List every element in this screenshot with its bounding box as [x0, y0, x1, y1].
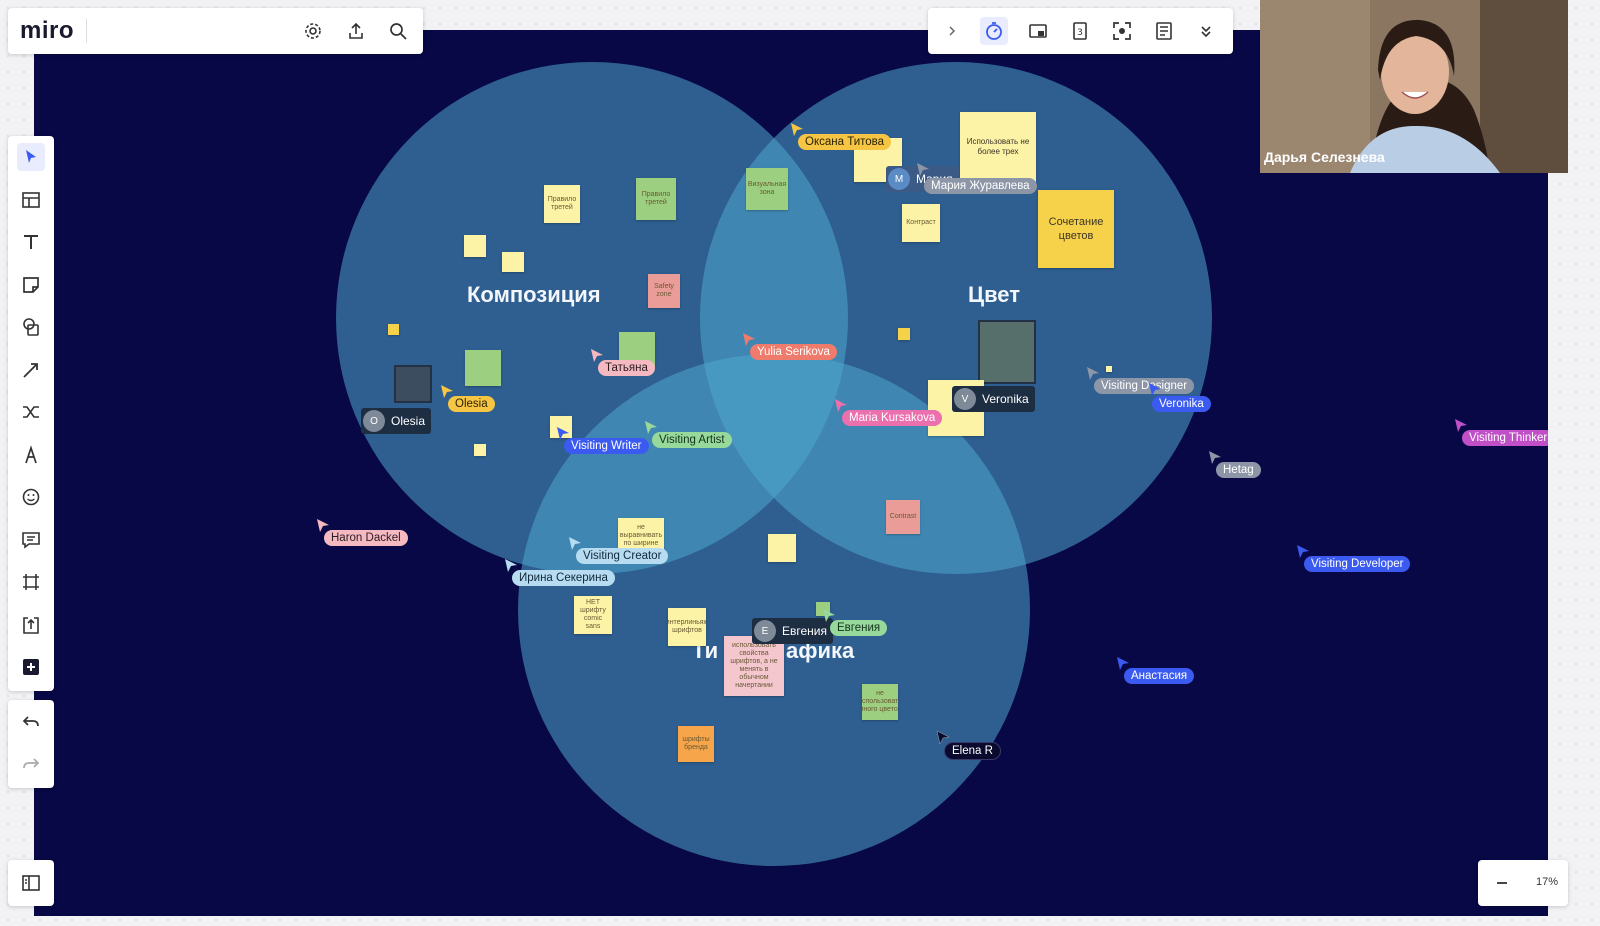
cursor-name: Veronika	[1152, 396, 1211, 412]
miro-logo[interactable]: miro	[20, 17, 74, 45]
top-right-toolbar: 3	[928, 8, 1233, 54]
chevron-right-icon[interactable]	[938, 17, 966, 45]
miro-app: Композиция Цвет Ти афика Правило третей …	[0, 0, 1600, 926]
sticky-note[interactable]: интерлиньяж шрифтов	[668, 608, 706, 646]
history-toolbar	[8, 700, 54, 788]
cursor-name: Visiting Developer	[1304, 556, 1411, 572]
add-icon[interactable]	[17, 653, 45, 681]
sticky-note[interactable]: Использовать не более трех	[960, 112, 1036, 182]
connector-icon[interactable]	[17, 398, 45, 426]
cursor-name: Visiting Writer	[564, 438, 649, 454]
cursor-name: Евгения	[830, 620, 888, 636]
line-icon[interactable]	[17, 356, 45, 384]
frame-view-icon[interactable]	[1024, 17, 1052, 45]
sticky-note[interactable]: Правило третей	[544, 185, 580, 223]
cursor-name: Мария Журавлева	[924, 178, 1037, 194]
sticky-note[interactable]: Сочетание цветов	[1038, 190, 1114, 268]
user-avatar-chip: E Евгения	[752, 618, 833, 644]
redo-icon[interactable]	[17, 750, 45, 778]
sticky-note[interactable]: Контраст	[902, 204, 940, 242]
sticky-note[interactable]	[465, 350, 501, 386]
zoom-control: 17%	[1478, 860, 1568, 906]
top-left-toolbar: miro	[8, 8, 423, 54]
focus-icon[interactable]	[1108, 17, 1136, 45]
shapes-icon[interactable]	[17, 313, 45, 341]
video-call-tile: Дарья Селезнева	[1260, 0, 1568, 173]
sidebar-toggle[interactable]	[8, 860, 54, 906]
avatar: O	[363, 410, 385, 432]
avatar: V	[954, 388, 976, 410]
user-avatar-chip: V Veronika	[952, 386, 1035, 412]
sticky-note[interactable]	[768, 534, 796, 562]
frame-icon[interactable]	[17, 568, 45, 596]
share-icon[interactable]	[342, 17, 370, 45]
sticky-note[interactable]	[474, 444, 486, 456]
settings-icon[interactable]	[299, 17, 327, 45]
cursor-name: Visiting Thinker	[1462, 430, 1548, 446]
counter-icon[interactable]: 3	[1066, 17, 1094, 45]
templates-icon[interactable]	[17, 186, 45, 214]
image-card[interactable]	[394, 365, 432, 403]
cursor-name: Elena R	[944, 742, 1001, 760]
select-icon[interactable]	[17, 143, 45, 171]
sticky-note[interactable]	[388, 324, 399, 335]
sticky-note[interactable]	[464, 235, 486, 257]
cursor-name: Visiting Artist	[652, 432, 732, 448]
undo-icon[interactable]	[17, 708, 45, 736]
cursor-name: Visiting Designer	[1094, 378, 1195, 394]
text-icon[interactable]	[17, 228, 45, 256]
cursor-name: Татьяна	[598, 360, 655, 376]
cursor-name: Оксана Титова	[798, 134, 892, 150]
comment-icon[interactable]	[17, 526, 45, 554]
section-title-composition: Композиция	[467, 282, 601, 307]
avatar: M	[888, 168, 910, 190]
sticky-note[interactable]: Safety zone	[648, 274, 680, 308]
zoom-level[interactable]: 17%	[1536, 876, 1558, 888]
cursor-name: Visiting Creator	[576, 548, 669, 564]
avatar-name: Olesia	[391, 414, 426, 428]
sidebar-icon[interactable]	[17, 869, 45, 897]
sticky-icon[interactable]	[17, 271, 45, 299]
svg-text:3: 3	[1077, 28, 1083, 38]
cursor-name: Hetag	[1216, 462, 1261, 478]
cursor-name: Анастасия	[1124, 668, 1195, 684]
cursor-name: Maria Kursakova	[842, 410, 943, 426]
cursor-name: Ирина Секерина	[512, 570, 615, 586]
timer-icon[interactable]	[980, 17, 1008, 45]
participant-video	[1260, 0, 1568, 173]
pen-icon[interactable]	[17, 441, 45, 469]
sticky-note[interactable]: шрифты бренда	[678, 726, 714, 762]
divider	[86, 19, 88, 43]
avatar-name: Veronika	[982, 392, 1029, 406]
section-title-color: Цвет	[968, 282, 1021, 307]
sticky-note[interactable]: не использовать много цветов	[862, 684, 898, 720]
avatar-name: Евгения	[782, 624, 827, 638]
upload-icon[interactable]	[17, 611, 45, 639]
creation-toolbar	[8, 136, 54, 691]
sticky-note[interactable]	[1106, 366, 1112, 372]
sticky-note[interactable]	[898, 328, 910, 340]
sticky-note[interactable]: НЕТ шрифту comic sans	[574, 596, 612, 634]
minus-icon[interactable]	[1488, 869, 1516, 897]
sticky-note[interactable]: Визуальная зона	[746, 168, 788, 210]
cursor-name: Haron Dackel	[324, 530, 408, 546]
image-card[interactable]	[978, 320, 1036, 384]
sticky-note[interactable]: использовать свойства шрифтов, а не меня…	[724, 636, 784, 696]
emoji-icon[interactable]	[17, 483, 45, 511]
cursor-name: Yulia Serikova	[750, 344, 837, 360]
chevron-double-down-icon[interactable]	[1192, 17, 1220, 45]
cursor-name: Olesia	[448, 396, 495, 412]
sticky-note[interactable]	[502, 252, 524, 272]
participant-name: Дарья Селезнева	[1264, 149, 1385, 165]
user-avatar-chip: O Olesia	[361, 408, 432, 434]
sticky-note[interactable]: Правило третей	[636, 178, 676, 220]
sticky-note[interactable]: Contrast	[886, 500, 920, 534]
avatar: E	[754, 620, 776, 642]
search-icon[interactable]	[384, 17, 412, 45]
notes-icon[interactable]	[1150, 17, 1178, 45]
cursor-pointer-icon	[917, 163, 929, 176]
